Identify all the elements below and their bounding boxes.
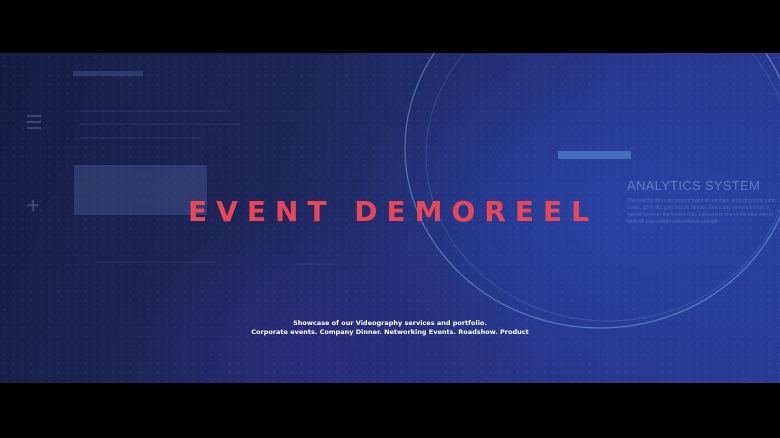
letterbox-bottom <box>0 383 780 438</box>
caption-line-1: Showcase of our Videography services and… <box>293 319 487 327</box>
video-frame: + ANALYTICS SYSTEM The healthy life is a… <box>0 0 780 438</box>
video-scene: + ANALYTICS SYSTEM The healthy life is a… <box>0 53 780 383</box>
video-title: EVENT DEMOREEL <box>188 195 598 228</box>
letterbox-top <box>0 0 780 53</box>
analytics-heading: ANALYTICS SYSTEM <box>627 178 761 193</box>
caption-line-2: Corporate events. Company Dinner. Networ… <box>251 328 529 336</box>
